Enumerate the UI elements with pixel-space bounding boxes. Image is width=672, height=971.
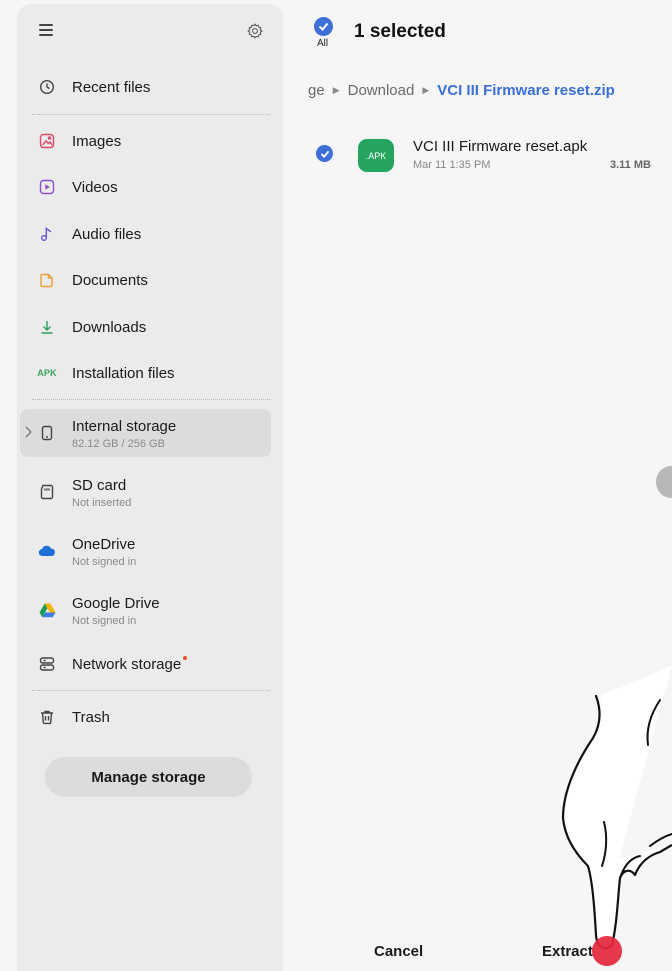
sidebar-item-label: Audio files [72,225,142,243]
sidebar-item-recent-files[interactable]: Recent files [17,65,283,109]
file-size: 3.11 MB [610,159,651,171]
google-drive-icon [36,599,58,621]
sidebar-item-images[interactable]: Images [17,119,283,163]
manage-storage-button[interactable]: Manage storage [45,757,252,797]
checkmark-icon [318,22,329,31]
file-date: Mar 11 1:35 PM [413,159,491,171]
sidebar-header [17,4,283,60]
download-icon [36,316,58,338]
selection-count-title: 1 selected [354,21,446,42]
sidebar-item-label: OneDrive [72,536,136,553]
file-list-item[interactable]: .APK VCI III Firmware reset.apk Mar 11 1… [283,128,672,178]
document-icon [36,269,58,291]
sd-card-icon [36,481,58,503]
trash-icon [36,706,58,728]
sidebar-item-downloads[interactable]: Downloads [17,305,283,349]
file-name: VCI III Firmware reset.apk [413,138,588,155]
sidebar-item-audio-files[interactable]: Audio files [17,212,283,256]
apk-file-icon: .APK [358,139,394,172]
breadcrumb: ge ▶ Download ▶ VCI III Firmware reset.z… [308,82,615,99]
sidebar-item-label: Internal storage [72,418,177,435]
sidebar-item-network-storage[interactable]: Network storage [17,642,283,686]
sidebar-item-label: Images [72,132,122,150]
select-all-label: All [317,38,329,49]
sidebar-item-installation-files[interactable]: APK Installation files [17,351,283,395]
sidebar-item-label: SD card [72,477,127,494]
sidebar-divider [32,399,270,400]
sidebar-item-videos[interactable]: Videos [17,165,283,209]
sidebar-item-google-drive[interactable]: Google Drive Not signed in [17,588,283,632]
sidebar-divider [32,114,270,115]
notification-dot [183,655,188,660]
apk-icon: APK [37,368,57,378]
checkmark-icon [320,150,329,158]
sd-card-status: Not inserted [72,497,132,509]
extract-button[interactable]: Extract [542,943,593,960]
breadcrumb-item[interactable]: ge [308,82,325,99]
breadcrumb-item[interactable]: Download [348,82,415,99]
sidebar-item-label: Videos [72,178,118,196]
music-note-icon [36,223,58,245]
google-drive-status: Not signed in [72,615,137,627]
hamburger-menu-icon[interactable] [39,24,53,36]
breadcrumb-arrow-icon: ▶ [332,85,340,95]
sidebar-item-documents[interactable]: Documents [17,258,283,302]
sidebar-divider [32,690,270,691]
storage-usage: 82.12 GB / 256 GB [72,438,165,450]
cancel-button[interactable]: Cancel [374,943,423,960]
onedrive-status: Not signed in [72,556,137,568]
fast-scroll-handle[interactable] [656,466,672,498]
file-checkbox[interactable] [316,145,333,162]
breadcrumb-arrow-icon: ▶ [422,85,430,95]
sidebar: Recent files Images Videos Audio files D… [17,4,283,971]
image-icon [36,130,58,152]
main-panel: All 1 selected ge ▶ Download ▶ VCI III F… [283,0,672,971]
clock-icon [36,76,58,98]
video-icon [36,176,58,198]
sidebar-item-label: Network storage [72,655,188,673]
sidebar-item-label: Installation files [72,364,175,382]
sidebar-item-label: Documents [72,271,148,289]
onedrive-cloud-icon [36,540,58,562]
server-icon [36,653,58,675]
sidebar-item-label: Recent files [72,78,151,96]
sidebar-item-internal-storage[interactable]: Internal storage 82.12 GB / 256 GB [17,411,283,455]
sidebar-item-label: Downloads [72,318,147,336]
sidebar-item-label: Google Drive [72,595,160,612]
select-all-checkbox[interactable] [314,17,333,36]
sidebar-item-trash[interactable]: Trash [17,695,283,739]
breadcrumb-current[interactable]: VCI III Firmware reset.zip [437,82,615,99]
sidebar-item-label: Trash [72,708,110,726]
phone-icon [36,422,58,444]
sidebar-item-onedrive[interactable]: OneDrive Not signed in [17,529,283,573]
sidebar-item-sd-card[interactable]: SD card Not inserted [17,470,283,514]
gear-icon[interactable] [246,22,264,40]
